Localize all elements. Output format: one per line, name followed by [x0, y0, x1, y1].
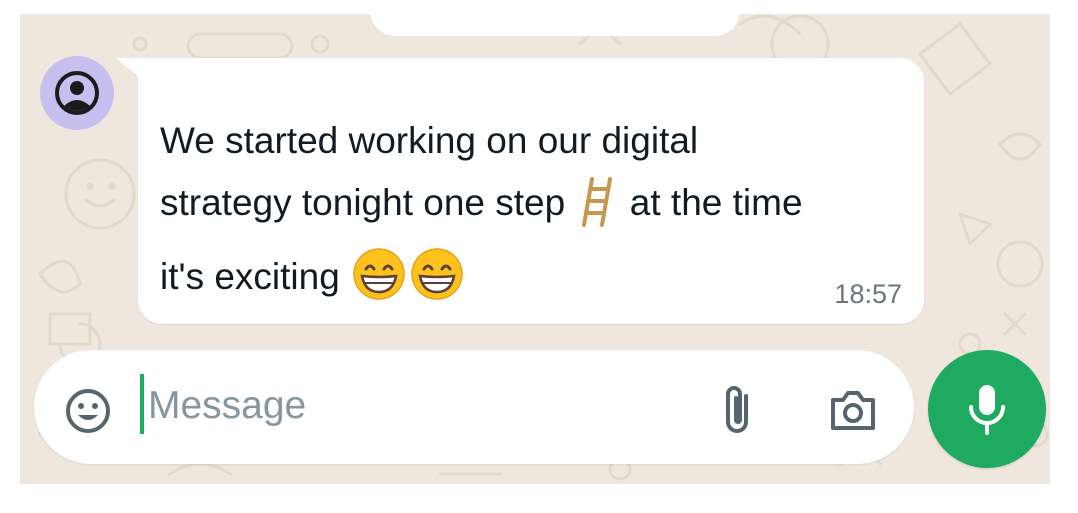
microphone-icon [969, 385, 1005, 435]
grinning-face-icon [352, 247, 406, 320]
message-line-1: We started working on our digital [160, 120, 699, 161]
message-line-3: it's exciting [160, 256, 351, 297]
grinning-face-icon [410, 247, 464, 320]
message-bubble[interactable]: We started working on our digital strate… [138, 58, 924, 324]
text-caret [140, 374, 144, 434]
message-input[interactable] [146, 370, 670, 442]
emoji-icon [66, 389, 110, 433]
chat-background: We started working on our digital strate… [20, 14, 1050, 484]
ladder-icon [578, 177, 618, 246]
camera-button[interactable] [828, 386, 878, 434]
camera-icon [831, 391, 875, 430]
message-composer [34, 350, 914, 464]
person-icon [55, 71, 99, 115]
message-line-2b: at the time [619, 182, 803, 223]
contact-avatar[interactable] [40, 56, 114, 130]
paperclip-icon [726, 386, 748, 433]
voice-message-button[interactable] [928, 350, 1046, 468]
message-line-2a: strategy tonight one step [160, 182, 576, 223]
emoji-button[interactable] [64, 387, 112, 435]
message-text: We started working on our digital strate… [160, 110, 900, 320]
date-chip [370, 14, 740, 36]
bubble-tail [116, 58, 140, 78]
message-timestamp: 18:57 [834, 279, 902, 309]
attach-button[interactable] [718, 382, 758, 438]
